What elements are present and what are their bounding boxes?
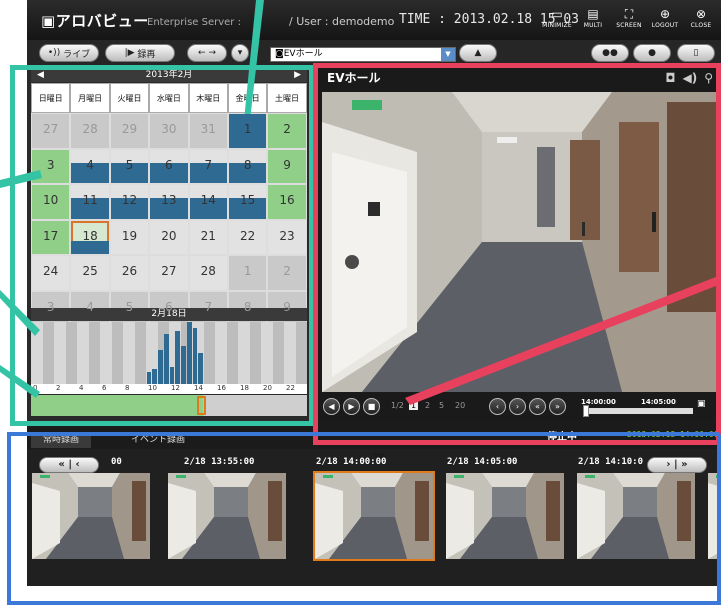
day-number: 23 <box>279 228 295 243</box>
day-number: 7 <box>204 157 213 172</box>
day-number: 13 <box>161 193 177 207</box>
day-number: 27 <box>43 122 59 136</box>
day-number: 28 <box>82 122 98 136</box>
day-number: 31 <box>200 122 216 136</box>
day-number: 28 <box>200 264 216 278</box>
day-number: 8 <box>243 299 252 314</box>
day-number: 6 <box>165 157 173 172</box>
day-number: 22 <box>240 228 256 243</box>
day-number: 30 <box>161 122 177 136</box>
day-number: 8 <box>243 157 252 172</box>
day-number: 10 <box>43 193 59 207</box>
day-number: 19 <box>121 228 138 243</box>
day-number: 5 <box>125 299 134 314</box>
day-number: 14 <box>200 193 216 207</box>
day-number: 2 <box>283 122 291 136</box>
day-number: 9 <box>283 157 291 172</box>
day-number: 4 <box>86 157 94 172</box>
day-number: 2 <box>283 264 291 278</box>
day-number: 27 <box>161 264 177 278</box>
day-number: 20 <box>161 228 177 243</box>
day-number: 25 <box>82 264 98 278</box>
day-number: 5 <box>125 157 134 172</box>
day-number: 3 <box>46 157 55 172</box>
day-number: 3 <box>46 299 55 314</box>
day-number: 18 <box>82 228 98 243</box>
calendar-day[interactable]: 1 <box>227 113 268 149</box>
day-number: 24 <box>43 264 59 278</box>
annotation-lines <box>0 0 721 405</box>
day-number: 11 <box>82 193 98 207</box>
day-number: 15 <box>240 193 256 207</box>
day-number: 12 <box>121 193 138 207</box>
day-number: 7 <box>204 299 213 314</box>
day-number: 21 <box>200 228 216 243</box>
day-number: 1 <box>243 264 252 278</box>
day-number: 16 <box>279 193 295 207</box>
day-number: 26 <box>121 264 138 278</box>
day-number: 29 <box>121 122 138 136</box>
day-number: 9 <box>283 299 291 314</box>
day-number: 17 <box>43 228 59 243</box>
day-number: 1 <box>243 122 252 136</box>
day-number: 4 <box>86 299 94 314</box>
day-number: 6 <box>165 299 173 314</box>
